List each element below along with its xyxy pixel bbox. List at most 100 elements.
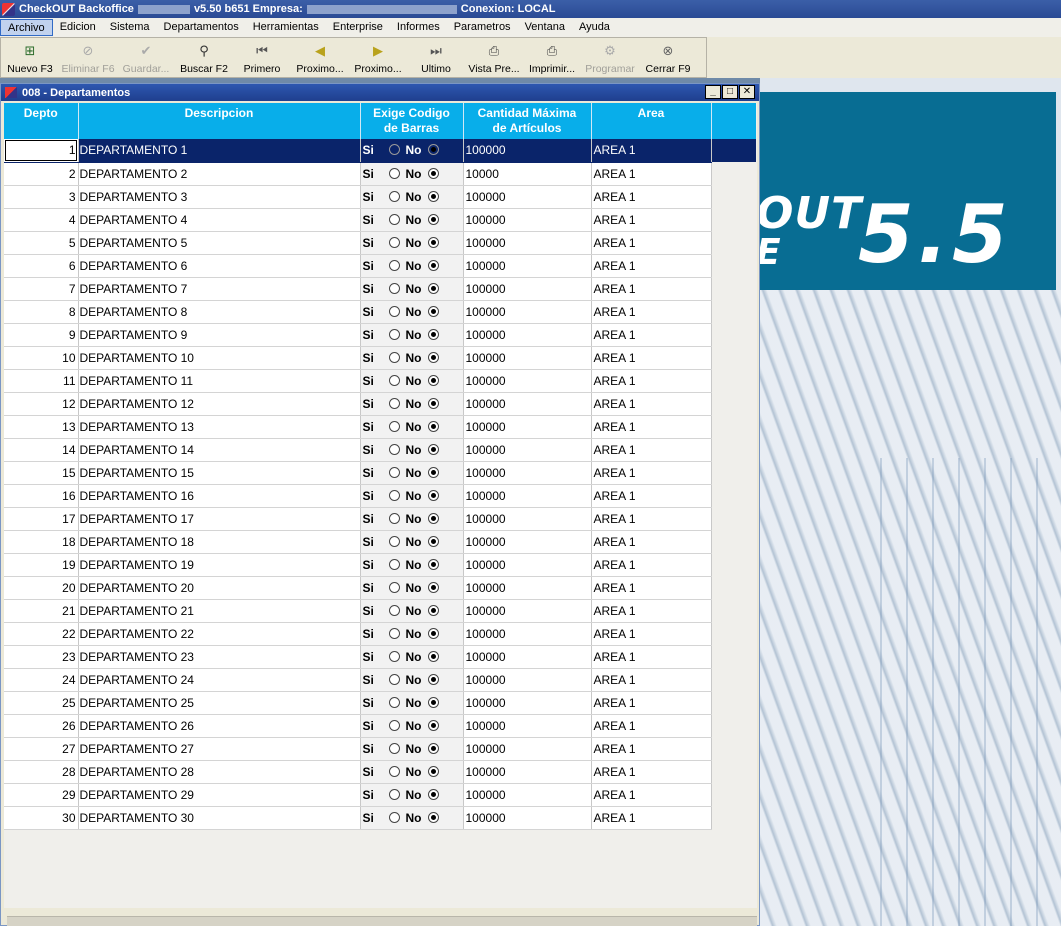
cell-exige-codigo[interactable]: Si No: [360, 622, 464, 646]
cell-descripcion[interactable]: DEPARTAMENTO 9: [78, 323, 361, 347]
cell-cantidad-maxima[interactable]: 100000: [463, 461, 592, 485]
cell-cantidad-maxima[interactable]: 100000: [463, 415, 592, 439]
table-row[interactable]: 30 DEPARTAMENTO 30 Si No 100000 AREA 1: [4, 806, 756, 830]
table-row[interactable]: 11 DEPARTAMENTO 11 Si No 100000 AREA 1: [4, 369, 756, 393]
cell-exige-codigo[interactable]: Si No: [360, 461, 464, 485]
cell-depto[interactable]: 7: [4, 277, 79, 301]
cell-depto[interactable]: 2: [4, 162, 79, 186]
cell-descripcion[interactable]: DEPARTAMENTO 19: [78, 553, 361, 577]
cell-depto[interactable]: 28: [4, 760, 79, 784]
cell-cantidad-maxima[interactable]: 100000: [463, 530, 592, 554]
radio-si[interactable]: [388, 466, 400, 478]
cell-area[interactable]: AREA 1: [591, 599, 712, 623]
cell-cantidad-maxima[interactable]: 100000: [463, 300, 592, 324]
cell-descripcion[interactable]: DEPARTAMENTO 18: [78, 530, 361, 554]
cell-descripcion[interactable]: DEPARTAMENTO 13: [78, 415, 361, 439]
cell-descripcion[interactable]: DEPARTAMENTO 11: [78, 369, 361, 393]
table-row[interactable]: 2 DEPARTAMENTO 2 Si No 10000 AREA 1: [4, 162, 756, 186]
cell-exige-codigo[interactable]: Si No: [360, 806, 464, 830]
radio-no[interactable]: [427, 811, 439, 823]
radio-si[interactable]: [388, 259, 400, 271]
menu-herramientas[interactable]: Herramientas: [246, 19, 326, 36]
radio-no[interactable]: [427, 443, 439, 455]
table-row[interactable]: 26 DEPARTAMENTO 26 Si No 100000 AREA 1: [4, 714, 756, 738]
cell-depto[interactable]: 16: [4, 484, 79, 508]
radio-no[interactable]: [427, 397, 439, 409]
cell-area[interactable]: AREA 1: [591, 208, 712, 232]
cell-exige-codigo[interactable]: Si No: [360, 323, 464, 347]
cell-exige-codigo[interactable]: Si No: [360, 185, 464, 209]
cell-exige-codigo[interactable]: Si No: [360, 576, 464, 600]
cell-area[interactable]: AREA 1: [591, 369, 712, 393]
cell-descripcion[interactable]: DEPARTAMENTO 30: [78, 806, 361, 830]
cell-descripcion[interactable]: DEPARTAMENTO 10: [78, 346, 361, 370]
cell-descripcion[interactable]: DEPARTAMENTO 4: [78, 208, 361, 232]
cell-cantidad-maxima[interactable]: 100000: [463, 231, 592, 255]
toolbar-button-last[interactable]: ⏭ Ultimo: [407, 38, 465, 77]
radio-no[interactable]: [427, 190, 439, 202]
radio-no[interactable]: [427, 236, 439, 248]
cell-descripcion[interactable]: DEPARTAMENTO 23: [78, 645, 361, 669]
cell-cantidad-maxima[interactable]: 100000: [463, 484, 592, 508]
cell-descripcion[interactable]: DEPARTAMENTO 29: [78, 783, 361, 807]
table-row[interactable]: 17 DEPARTAMENTO 17 Si No 100000 AREA 1: [4, 507, 756, 531]
cell-cantidad-maxima[interactable]: 100000: [463, 760, 592, 784]
cell-depto[interactable]: 19: [4, 553, 79, 577]
cell-depto[interactable]: 9: [4, 323, 79, 347]
table-row[interactable]: 16 DEPARTAMENTO 16 Si No 100000 AREA 1: [4, 484, 756, 508]
radio-no[interactable]: [427, 535, 439, 547]
radio-si[interactable]: [388, 443, 400, 455]
table-row[interactable]: 12 DEPARTAMENTO 12 Si No 100000 AREA 1: [4, 392, 756, 416]
cell-area[interactable]: AREA 1: [591, 783, 712, 807]
close-window-button[interactable]: ✕: [739, 85, 755, 99]
table-row[interactable]: 7 DEPARTAMENTO 7 Si No 100000 AREA 1: [4, 277, 756, 301]
radio-no[interactable]: [427, 466, 439, 478]
cell-area[interactable]: AREA 1: [591, 691, 712, 715]
radio-si[interactable]: [388, 811, 400, 823]
radio-no[interactable]: [427, 351, 439, 363]
cell-area[interactable]: AREA 1: [591, 668, 712, 692]
radio-si[interactable]: [388, 650, 400, 662]
toolbar-button-new[interactable]: ⊞ Nuevo F3: [1, 38, 59, 77]
cell-area[interactable]: AREA 1: [591, 139, 712, 163]
toolbar-button-search[interactable]: ⚲ Buscar F2: [175, 38, 233, 77]
menu-archivo[interactable]: Archivo: [0, 19, 53, 36]
cell-descripcion[interactable]: DEPARTAMENTO 17: [78, 507, 361, 531]
cell-descripcion[interactable]: DEPARTAMENTO 26: [78, 714, 361, 738]
column-header-cantidad-maxima[interactable]: Cantidad Máxima de Artículos: [463, 103, 592, 139]
table-row[interactable]: 5 DEPARTAMENTO 5 Si No 100000 AREA 1: [4, 231, 756, 255]
cell-area[interactable]: AREA 1: [591, 185, 712, 209]
cell-depto[interactable]: 18: [4, 530, 79, 554]
cell-area[interactable]: AREA 1: [591, 576, 712, 600]
cell-depto[interactable]: 5: [4, 231, 79, 255]
cell-area[interactable]: AREA 1: [591, 622, 712, 646]
cell-exige-codigo[interactable]: Si No: [360, 599, 464, 623]
table-row[interactable]: 24 DEPARTAMENTO 24 Si No 100000 AREA 1: [4, 668, 756, 692]
table-row[interactable]: 27 DEPARTAMENTO 27 Si No 100000 AREA 1: [4, 737, 756, 761]
cell-area[interactable]: AREA 1: [591, 231, 712, 255]
radio-no[interactable]: [427, 650, 439, 662]
radio-si[interactable]: [388, 604, 400, 616]
cell-depto[interactable]: 21: [4, 599, 79, 623]
cell-cantidad-maxima[interactable]: 100000: [463, 599, 592, 623]
cell-exige-codigo[interactable]: Si No: [360, 139, 464, 163]
table-row[interactable]: 18 DEPARTAMENTO 18 Si No 100000 AREA 1: [4, 530, 756, 554]
table-row[interactable]: 19 DEPARTAMENTO 19 Si No 100000 AREA 1: [4, 553, 756, 577]
cell-depto[interactable]: 3: [4, 185, 79, 209]
radio-no[interactable]: [427, 374, 439, 386]
cell-area[interactable]: AREA 1: [591, 714, 712, 738]
cell-exige-codigo[interactable]: Si No: [360, 415, 464, 439]
radio-si[interactable]: [388, 512, 400, 524]
cell-exige-codigo[interactable]: Si No: [360, 737, 464, 761]
toolbar-button-first[interactable]: ⏮ Primero: [233, 38, 291, 77]
cell-depto[interactable]: 25: [4, 691, 79, 715]
table-row[interactable]: 28 DEPARTAMENTO 28 Si No 100000 AREA 1: [4, 760, 756, 784]
radio-no[interactable]: [427, 604, 439, 616]
radio-no[interactable]: [427, 581, 439, 593]
cell-area[interactable]: AREA 1: [591, 392, 712, 416]
table-row[interactable]: 3 DEPARTAMENTO 3 Si No 100000 AREA 1: [4, 185, 756, 209]
cell-exige-codigo[interactable]: Si No: [360, 714, 464, 738]
table-row[interactable]: 8 DEPARTAMENTO 8 Si No 100000 AREA 1: [4, 300, 756, 324]
cell-area[interactable]: AREA 1: [591, 323, 712, 347]
menu-enterprise[interactable]: Enterprise: [326, 19, 390, 36]
